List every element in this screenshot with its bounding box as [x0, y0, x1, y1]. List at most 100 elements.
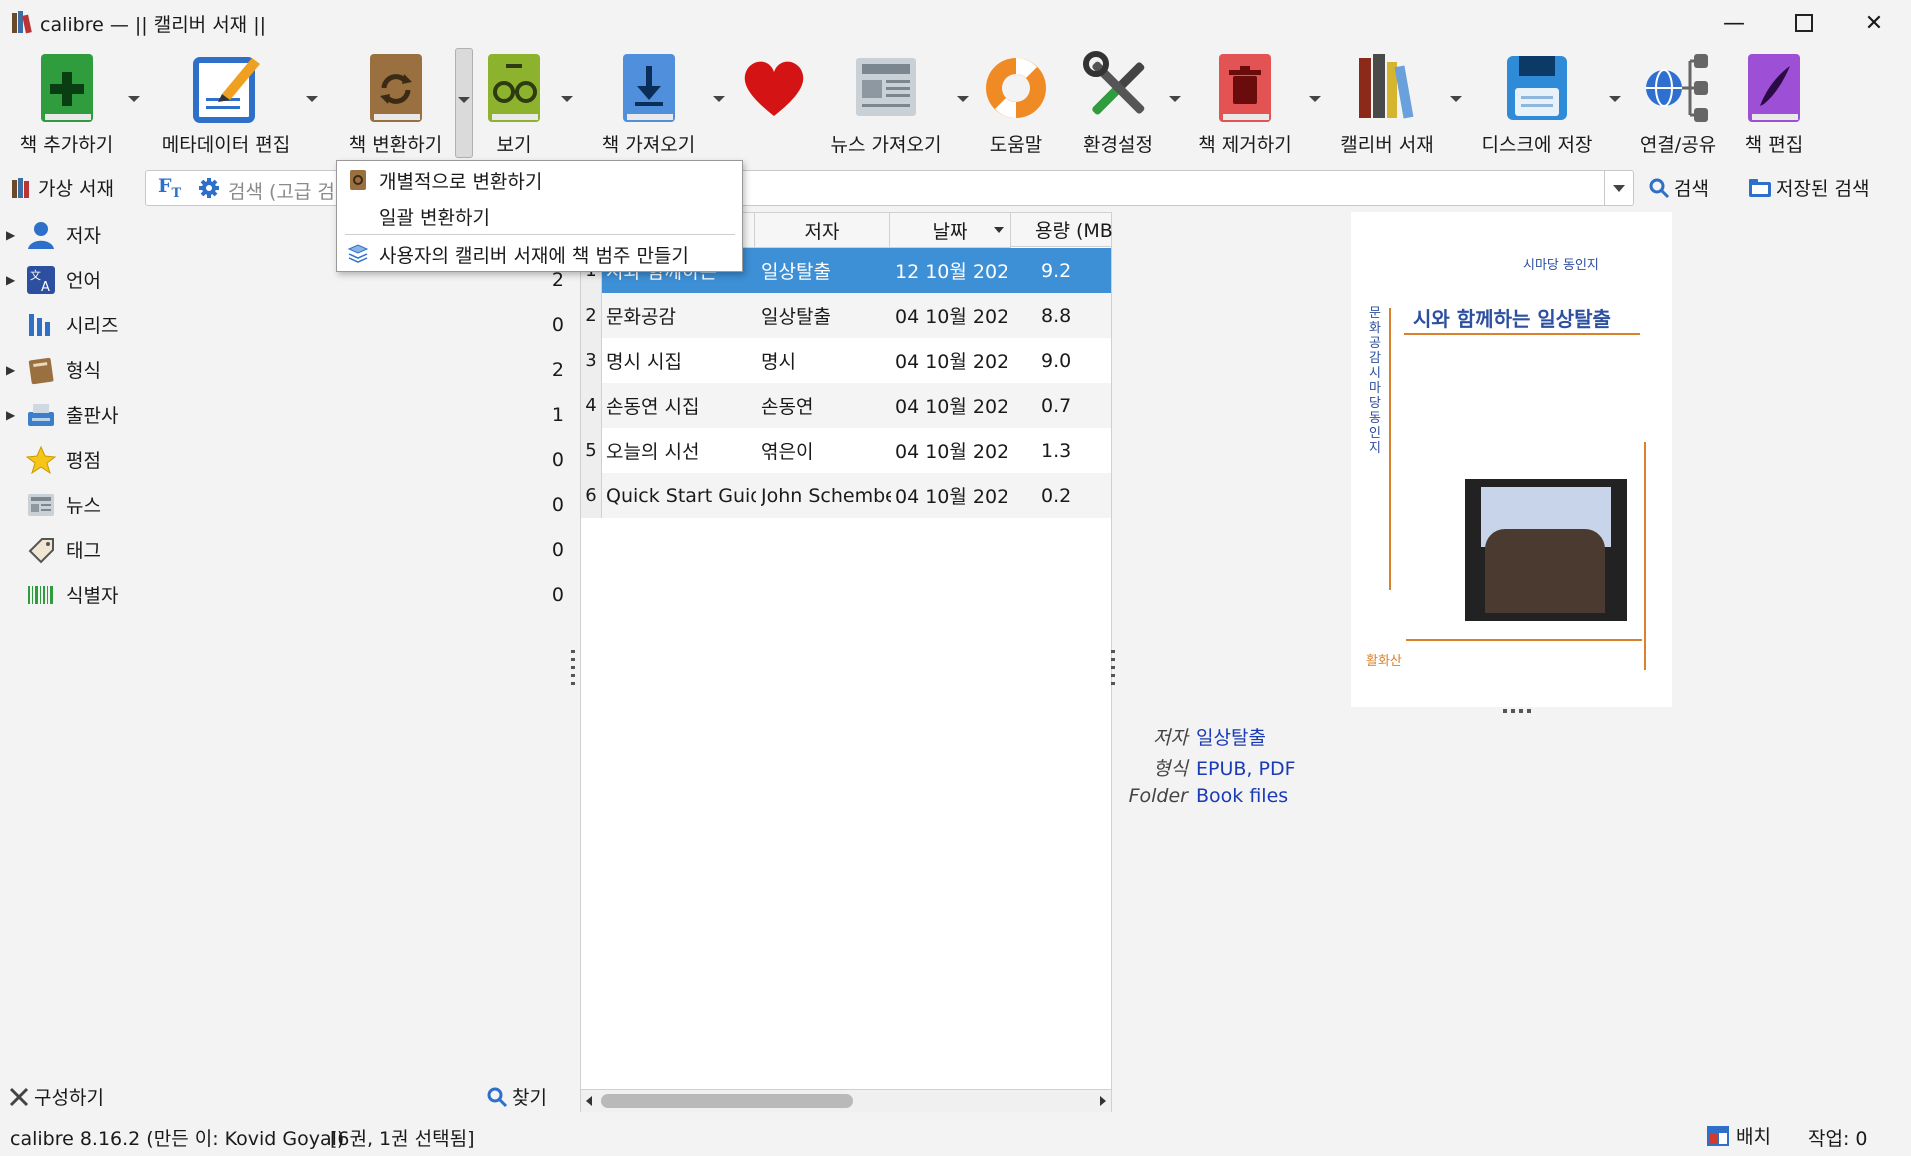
save-to-disk-menu-arrow[interactable] [1609, 96, 1621, 102]
size-cell: 8.8 [1041, 304, 1072, 327]
close-button[interactable]: ✕ [1844, 6, 1904, 40]
configure-button[interactable]: 구성하기 [8, 1083, 104, 1110]
edit-book-button[interactable]: 책 편집 [1730, 46, 1818, 158]
tag-category-news[interactable]: 뉴스 0 [0, 482, 572, 527]
get-books-button[interactable]: 책 가져오기 [596, 46, 701, 158]
version-text: calibre 8.16.2 (만든 이: Kovid Goyal) [10, 1128, 345, 1150]
full-text-search-icon[interactable]: FT [158, 175, 181, 201]
remove-book-menu-arrow[interactable] [1309, 96, 1321, 102]
table-row[interactable]: 3명시 시집 명시 04 10월 2025 9.0 [581, 338, 1111, 383]
date-cell: 04 10월 2025 [895, 351, 1007, 373]
remove-book-button[interactable]: 책 제거하기 [1190, 46, 1300, 158]
scroll-right-icon[interactable] [1100, 1096, 1106, 1106]
author-link[interactable]: 일상탈출 [1196, 727, 1266, 749]
fetch-news-button[interactable]: 뉴스 가져오기 [826, 46, 946, 158]
size-cell: 9.2 [1041, 259, 1072, 282]
minimize-button[interactable]: — [1704, 6, 1764, 40]
edit-metadata-menu-arrow[interactable] [306, 96, 318, 102]
tag-category-publishers[interactable]: ▶ 출판사 1 [0, 392, 572, 437]
layout-icon [1707, 1125, 1729, 1146]
row-number: 5 [581, 428, 602, 473]
view-book-button[interactable]: 보기 [484, 46, 544, 158]
folder-link[interactable]: Book files [1196, 785, 1288, 807]
tag-category-formats[interactable]: ▶ 형식 2 [0, 347, 572, 392]
title-bar: calibre — || 캘리버 서재 || — ✕ [0, 0, 1911, 46]
convert-single-icon [350, 170, 366, 190]
preferences-tools-icon [1083, 51, 1145, 115]
get-books-icon [622, 54, 675, 122]
tag-category-series[interactable]: 시리즈 0 [0, 302, 572, 347]
publisher-icon [28, 403, 54, 426]
saved-search-button[interactable]: 저장된 검색 [1748, 174, 1869, 201]
configure-tools-icon [9, 1087, 29, 1106]
date-cell: 04 10월 2025 [895, 396, 1007, 418]
expand-arrow-icon[interactable]: ▶ [6, 408, 16, 422]
menu-item-bulk-convert[interactable]: 일괄 변환하기 [337, 199, 742, 233]
connect-share-icon [1646, 54, 1708, 122]
edit-metadata-button[interactable]: 메타데이터 편집 [156, 46, 296, 158]
menu-item-convert-individually[interactable]: 개별적으로 변환하기 [337, 163, 742, 197]
title-cell: Quick Start Guide [606, 484, 756, 507]
fetch-news-menu-arrow[interactable] [957, 96, 969, 102]
author-person-icon [28, 221, 54, 249]
help-button[interactable]: 도움말 [976, 46, 1056, 158]
calibre-library-button[interactable]: 캘리버 서재 [1332, 46, 1442, 158]
maximize-button[interactable] [1774, 6, 1834, 40]
table-row[interactable]: 4손동연 시집 손동연 04 10월 2025 0.7 [581, 383, 1111, 428]
cover-title: 시와 함께하는 일상탈출 [1413, 307, 1611, 331]
add-book-button[interactable]: 책 추가하기 [14, 46, 119, 158]
add-book-menu-arrow[interactable] [128, 96, 140, 102]
connect-share-button[interactable]: 연결/공유 [1636, 46, 1720, 158]
menu-item-create-catalog[interactable]: 사용자의 캘리버 서재에 책 범주 만들기 [337, 237, 742, 271]
find-button[interactable]: 찾기 [486, 1083, 547, 1110]
language-icon: 文A [27, 265, 55, 295]
svg-text:文: 文 [30, 268, 41, 282]
fetch-news-icon [856, 58, 916, 116]
cover-top-text: 시마당 동인지 [1523, 258, 1599, 273]
donate-heart-button[interactable] [734, 46, 814, 158]
calibre-library-menu-arrow[interactable] [1450, 96, 1462, 102]
left-splitter-handle[interactable] [571, 650, 575, 686]
jobs-count-text[interactable]: 작업: 0 [1808, 1124, 1868, 1151]
table-row[interactable]: 5오늘의 시선 엮은이 04 10월 2025 1.3 [581, 428, 1111, 473]
search-button[interactable]: 검색 [1648, 174, 1709, 201]
cover-splitter-handle[interactable] [1503, 709, 1535, 713]
preferences-menu-arrow[interactable] [1169, 96, 1181, 102]
cover-rule-top [1404, 333, 1640, 335]
format-links[interactable]: EPUB, PDF [1196, 758, 1296, 780]
author-cell: 일상탈출 [761, 306, 831, 328]
author-column-header[interactable]: 저자 [755, 213, 890, 248]
expand-arrow-icon[interactable]: ▶ [6, 273, 16, 287]
right-splitter-handle[interactable] [1111, 650, 1115, 686]
search-history-dropdown[interactable] [1604, 171, 1633, 205]
title-cell: 손동연 시집 [606, 396, 700, 418]
tag-category-tags[interactable]: 태그 0 [0, 527, 572, 572]
preferences-button[interactable]: 환경설정 [1066, 46, 1170, 158]
search-options-gear-icon[interactable] [198, 177, 220, 199]
tag-category-identifiers[interactable]: 식별자 0 [0, 572, 572, 617]
minimize-icon: — [1723, 10, 1745, 36]
virtual-library-button[interactable]: 가상 서재 [10, 174, 114, 201]
cover-photo [1465, 479, 1627, 621]
author-cell: 엮은이 [761, 441, 814, 463]
scroll-left-icon[interactable] [586, 1096, 592, 1106]
tag-icon [28, 537, 54, 563]
get-books-menu-arrow[interactable] [713, 96, 725, 102]
tag-category-rating[interactable]: 평점 0 [0, 437, 572, 482]
date-column-header[interactable]: 날짜 [890, 213, 1011, 248]
scrollbar-thumb[interactable] [601, 1094, 853, 1108]
details-folder-row: Folder Book files [1128, 785, 1289, 807]
book-cover[interactable]: 시마당 동인지 시와 함께하는 일상탈출 문화공감 시마당 동인지 활화산 [1351, 212, 1672, 707]
layout-button[interactable]: 배치 [1706, 1122, 1771, 1149]
save-to-disk-button[interactable]: 디스크에 저장 [1478, 46, 1596, 158]
size-cell: 1.3 [1041, 439, 1072, 462]
expand-arrow-icon[interactable]: ▶ [6, 363, 16, 377]
size-column-header[interactable]: 용량 (MB [1011, 213, 1113, 247]
expand-arrow-icon[interactable]: ▶ [6, 228, 16, 242]
horizontal-scrollbar[interactable] [581, 1089, 1111, 1112]
convert-book-button[interactable]: 책 변환하기 [343, 46, 448, 158]
convert-book-menu-button[interactable] [455, 48, 473, 158]
table-row[interactable]: 6Quick Start GuideJohn Schember04 10월 20… [581, 473, 1111, 518]
table-row[interactable]: 2문화공감 일상탈출 04 10월 2025 8.8 [581, 293, 1111, 338]
view-book-menu-arrow[interactable] [561, 96, 573, 102]
